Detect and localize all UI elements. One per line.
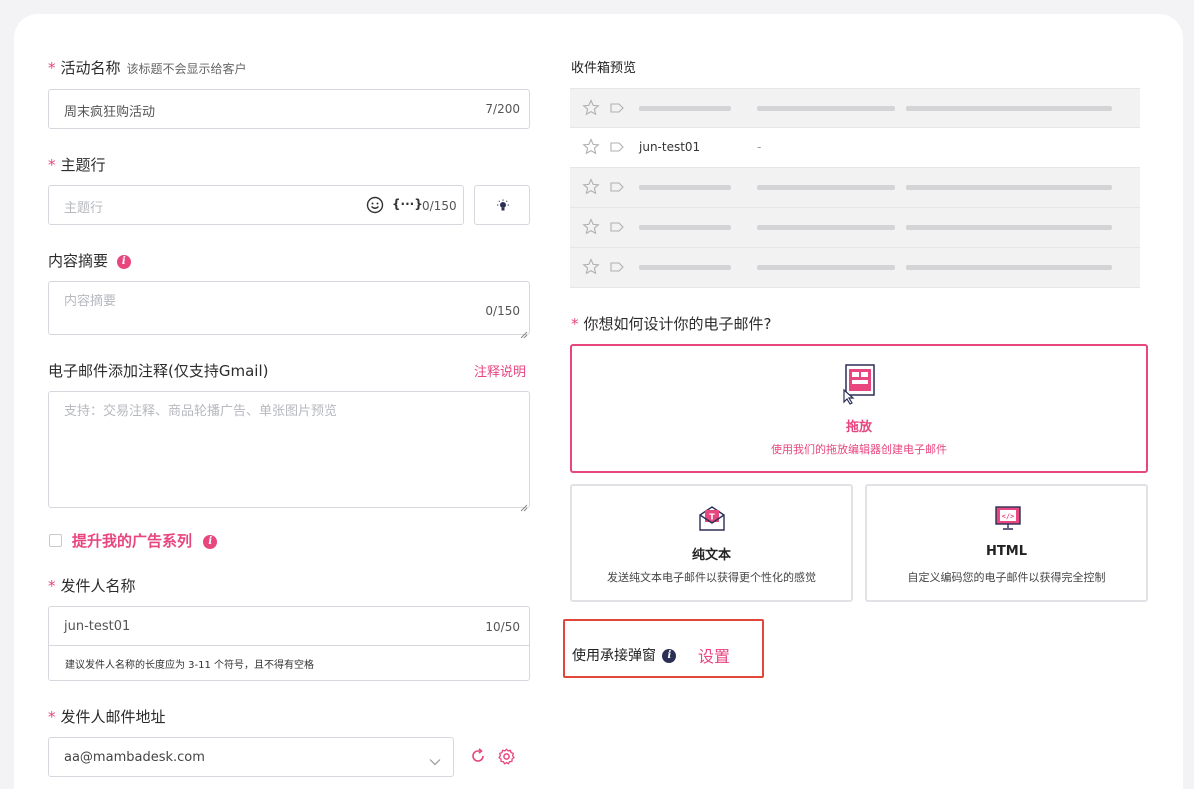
- required-mark: *: [571, 315, 579, 333]
- summary-label-text: 内容摘要: [48, 252, 109, 270]
- design-option-drag-drop[interactable]: 拖放 使用我们的拖放编辑器创建电子邮件: [570, 344, 1148, 473]
- annotation-placeholder: 支持：交易注释、商品轮播广告、单张图片预览: [64, 404, 338, 419]
- inbox-placeholder-row: [570, 248, 1140, 288]
- svg-text:T: T: [709, 513, 715, 522]
- popup-label-text: 使用承接弹窗: [572, 648, 656, 664]
- required-mark: *: [48, 156, 56, 174]
- sender-name-group: jun-test01 10/50 建议发件人名称的长度应为 3-11 个符号，且…: [48, 606, 530, 681]
- info-icon[interactable]: i: [662, 649, 677, 663]
- inbox-placeholder-row: [570, 208, 1140, 248]
- subject-label-text: 主题行: [60, 156, 106, 174]
- sender-email-label: * 发件人邮件地址: [48, 706, 166, 727]
- campaign-name-value: 周末疯狂购活动: [64, 105, 156, 120]
- campaign-name-label: * 活动名称 该标题不会显示给客户: [48, 57, 247, 78]
- summary-count: 0/150: [485, 304, 520, 318]
- subject-count: 0/150: [422, 199, 457, 213]
- variable-icon[interactable]: {···}: [392, 197, 423, 211]
- drag-drop-icon: [840, 362, 880, 406]
- design-option-title: HTML: [986, 544, 1027, 559]
- sender-name-note: 建议发件人名称的长度应为 3-11 个符号，且不得有空格: [65, 660, 315, 671]
- info-icon[interactable]: i: [203, 534, 218, 549]
- campaign-name-count: 7/200: [485, 102, 520, 116]
- campaign-name-hint: 该标题不会显示给客户: [126, 62, 247, 76]
- sender-email-value: aa@mambadesk.com: [64, 750, 205, 765]
- campaign-name-input[interactable]: 周末疯狂购活动 7/200: [48, 89, 530, 129]
- boost-checkbox[interactable]: [49, 534, 62, 547]
- sender-email-select[interactable]: aa@mambadesk.com: [48, 737, 454, 777]
- star-icon: [582, 99, 600, 116]
- boost-label: 提升我的广告系列 i: [72, 530, 218, 551]
- design-option-desc: 发送纯文本电子邮件以获得更个性化的感觉: [607, 571, 816, 584]
- boost-label-text: 提升我的广告系列: [72, 532, 193, 550]
- chevron-down-icon: [429, 752, 441, 766]
- required-mark: *: [48, 577, 56, 595]
- design-option-html[interactable]: </> HTML 自定义编码您的电子邮件以获得完全控制: [865, 484, 1148, 602]
- resize-handle-icon[interactable]: [519, 497, 528, 512]
- envelope-text-icon: T: [698, 504, 726, 532]
- svg-text:</>: </>: [1002, 513, 1015, 521]
- summary-placeholder: 内容摘要: [64, 294, 117, 309]
- inbox-preview-title: 收件箱预览: [571, 61, 637, 76]
- subject-input[interactable]: 主题行 {···} 0/150: [48, 185, 464, 225]
- campaign-name-label-text: 活动名称: [60, 59, 121, 77]
- tag-icon: [610, 103, 624, 113]
- inbox-placeholder-row: [570, 88, 1140, 128]
- popup-label: 使用承接弹窗 i: [572, 645, 677, 665]
- sender-name-value: jun-test01: [64, 619, 131, 634]
- tag-icon: [610, 262, 624, 272]
- lightbulb-icon: [496, 198, 510, 212]
- star-icon: [582, 178, 600, 195]
- subject-placeholder: 主题行: [64, 201, 104, 216]
- emoji-icon[interactable]: [366, 196, 384, 214]
- inbox-sender-name: jun-test01: [639, 140, 701, 154]
- sender-name-input[interactable]: jun-test01 10/50: [49, 607, 529, 646]
- design-option-desc: 使用我们的拖放编辑器创建电子邮件: [771, 443, 947, 456]
- annotation-help-link[interactable]: 注释说明: [474, 361, 526, 380]
- info-icon[interactable]: i: [116, 254, 131, 269]
- sender-name-label: * 发件人名称: [48, 575, 136, 596]
- inbox-snippet: -: [757, 140, 762, 154]
- required-mark: *: [48, 708, 56, 726]
- summary-label: 内容摘要 i: [48, 250, 131, 271]
- refresh-icon[interactable]: [470, 748, 486, 764]
- annotation-label: 电子邮件添加注释(仅支持Gmail): [48, 362, 269, 380]
- tag-icon: [610, 142, 624, 152]
- popup-setting-highlight: 使用承接弹窗 i 设置: [563, 619, 764, 678]
- sender-name-label-text: 发件人名称: [60, 577, 136, 595]
- tag-icon: [610, 182, 624, 192]
- design-option-desc: 自定义编码您的电子邮件以获得完全控制: [907, 571, 1106, 584]
- design-question-label: * 你想如何设计你的电子邮件?: [571, 313, 771, 334]
- popup-settings-link[interactable]: 设置: [698, 643, 730, 667]
- design-option-plain-text[interactable]: T 纯文本 发送纯文本电子邮件以获得更个性化的感觉: [570, 484, 853, 602]
- sender-email-label-text: 发件人邮件地址: [60, 708, 166, 726]
- sender-name-count: 10/50: [485, 620, 520, 634]
- required-mark: *: [48, 59, 56, 77]
- html-monitor-icon: </>: [994, 504, 1022, 532]
- ai-suggest-button[interactable]: [474, 185, 530, 225]
- star-icon: [582, 138, 600, 155]
- resize-handle-icon[interactable]: [519, 324, 528, 339]
- star-icon: [582, 218, 600, 235]
- inbox-sender-row: jun-test01 -: [570, 128, 1140, 168]
- design-option-title: 纯文本: [691, 548, 731, 563]
- star-icon: [582, 258, 600, 275]
- design-option-title: 拖放: [845, 420, 872, 435]
- design-question-text: 你想如何设计你的电子邮件?: [583, 315, 772, 333]
- tag-icon: [610, 222, 624, 232]
- gear-icon[interactable]: [498, 748, 515, 765]
- annotation-textarea[interactable]: 支持：交易注释、商品轮播广告、单张图片预览: [48, 391, 530, 512]
- inbox-placeholder-row: [570, 168, 1140, 208]
- summary-textarea[interactable]: 内容摘要 0/150: [48, 281, 530, 339]
- subject-label: * 主题行: [48, 154, 106, 175]
